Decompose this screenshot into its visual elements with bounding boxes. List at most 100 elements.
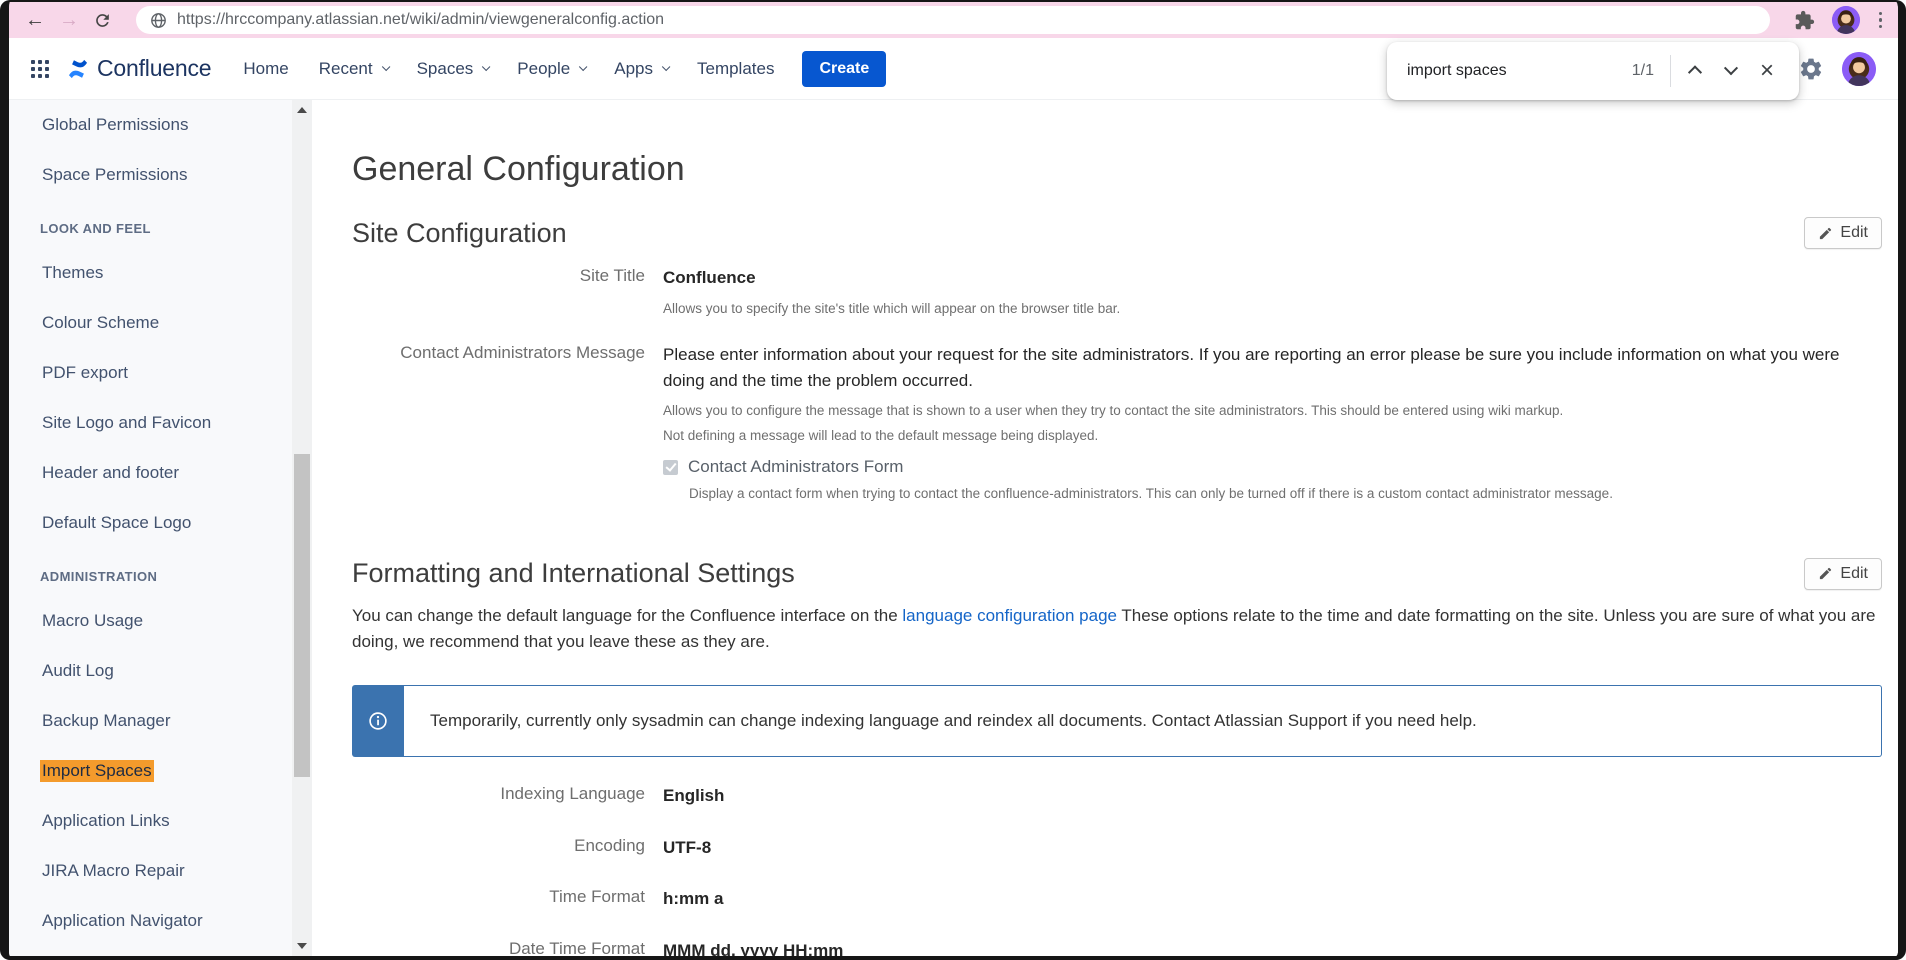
pencil-icon — [1818, 566, 1833, 581]
create-button[interactable]: Create — [802, 51, 886, 87]
admin-sidebar: Global PermissionsSpace PermissionsLOOK … — [9, 100, 292, 956]
nav-item-home[interactable]: Home — [243, 59, 288, 79]
sidebar-item-application-navigator[interactable]: Application Navigator — [40, 896, 292, 946]
sidebar-item-themes[interactable]: Themes — [40, 248, 292, 298]
sidebar-item-header-and-footer[interactable]: Header and footer — [40, 448, 292, 498]
url-bar[interactable]: https://hrccompany.atlassian.net/wiki/ad… — [136, 6, 1770, 34]
contact-admins-help-2: Not defining a message will lead to the … — [663, 426, 1882, 446]
intro-text-before: You can change the default language for … — [352, 606, 902, 625]
extensions-icon[interactable] — [1794, 10, 1815, 31]
nav-item-recent[interactable]: Recent — [319, 59, 387, 79]
sidebar-item-site-logo-and-favicon[interactable]: Site Logo and Favicon — [40, 398, 292, 448]
contact-form-checkbox[interactable] — [663, 460, 678, 475]
sidebar-item-label: PDF export — [40, 362, 130, 384]
sidebar-item-label: Audit Log — [40, 660, 116, 682]
nav-item-label: Home — [243, 59, 288, 79]
info-note-text: Temporarily, currently only sysadmin can… — [404, 685, 1882, 757]
sidebar-item-audit-log[interactable]: Audit Log — [40, 646, 292, 696]
triangle-up-icon — [297, 107, 307, 113]
browser-menu-icon[interactable] — [1877, 10, 1885, 31]
sidebar-item-jira-macro-repair[interactable]: JIRA Macro Repair — [40, 846, 292, 896]
sidebar-item-macro-usage[interactable]: Macro Usage — [40, 596, 292, 646]
chevron-down-icon — [1724, 61, 1738, 75]
nav-item-label: People — [517, 59, 570, 79]
sidebar-item-import-spaces[interactable]: Import Spaces — [40, 746, 292, 796]
browser-chrome: ← → https://hrccompany.atlassian.net/wik… — [9, 2, 1898, 38]
browser-profile-avatar[interactable] — [1832, 6, 1860, 34]
chevron-down-icon — [662, 62, 670, 70]
confluence-mark-icon — [67, 58, 89, 80]
form-row-time-format: Time Formath:mm a — [352, 886, 1882, 912]
back-icon[interactable]: ← — [25, 10, 45, 30]
header-actions — [1798, 52, 1876, 86]
sidebar-scrollbar[interactable] — [292, 100, 312, 956]
field-label: Encoding — [352, 835, 645, 861]
close-icon: × — [1760, 59, 1774, 83]
reload-icon[interactable] — [93, 11, 112, 30]
find-next-button[interactable] — [1713, 53, 1749, 89]
contact-admins-value: Please enter information about your requ… — [663, 342, 1882, 393]
chrome-actions — [1794, 6, 1887, 34]
site-config-edit-button[interactable]: Edit — [1804, 217, 1882, 249]
edit-button-label: Edit — [1840, 565, 1868, 583]
brand-name: Confluence — [97, 55, 211, 82]
user-avatar[interactable] — [1842, 52, 1876, 86]
find-match-count: 1/1 — [1632, 62, 1654, 80]
page-title: General Configuration — [352, 150, 1882, 189]
nav-item-spaces[interactable]: Spaces — [417, 59, 488, 79]
find-bar: import spaces 1/1 × — [1387, 42, 1799, 100]
nav-item-label: Templates — [697, 59, 774, 79]
contact-form-checkbox-label: Contact Administrators Form — [688, 457, 903, 477]
formatting-edit-button[interactable]: Edit — [1804, 558, 1882, 590]
contact-admins-help-1: Allows you to configure the message that… — [663, 401, 1882, 421]
scroll-up-button[interactable] — [292, 102, 312, 118]
field-label: Contact Administrators Message — [352, 342, 645, 504]
nav-item-apps[interactable]: Apps — [614, 59, 667, 79]
site-title-value: Confluence — [663, 265, 1882, 291]
gear-icon[interactable] — [1798, 56, 1824, 82]
nav-menu: Home Recent Spaces People Apps Templates — [243, 59, 774, 79]
app-switcher-icon[interactable] — [31, 60, 49, 78]
forward-icon[interactable]: → — [59, 10, 79, 30]
field-value: UTF-8 — [663, 835, 1882, 861]
field-value: h:mm a — [663, 886, 1882, 912]
sidebar-item-colour-scheme[interactable]: Colour Scheme — [40, 298, 292, 348]
confluence-logo[interactable]: Confluence — [67, 55, 211, 82]
sidebar-item-application-links[interactable]: Application Links — [40, 796, 292, 846]
sidebar-item-label: Backup Manager — [40, 710, 173, 732]
sidebar-item-pdf-export[interactable]: PDF export — [40, 348, 292, 398]
find-divider — [1670, 55, 1671, 87]
find-close-button[interactable]: × — [1749, 53, 1785, 89]
contact-admins-row: Contact Administrators Message Please en… — [352, 342, 1882, 504]
sidebar-item-backup-manager[interactable]: Backup Manager — [40, 696, 292, 746]
site-title-row: Site Title Confluence Allows you to spec… — [352, 265, 1882, 318]
scroll-down-button[interactable] — [292, 938, 312, 954]
sidebar-section-administration: ADMINISTRATION — [40, 556, 292, 596]
field-content: Please enter information about your requ… — [663, 342, 1882, 504]
scrollbar-thumb[interactable] — [294, 454, 310, 777]
site-title-help: Allows you to specify the site's title w… — [663, 299, 1882, 319]
info-note-badge — [352, 685, 404, 757]
sidebar-item-global-permissions[interactable]: Global Permissions — [40, 100, 292, 150]
nav-item-templates[interactable]: Templates — [697, 59, 774, 79]
chevron-down-icon — [482, 62, 490, 70]
site-configuration-header: Site Configuration Edit — [352, 217, 1882, 249]
formatting-rows: Indexing LanguageEnglishEncodingUTF-8Tim… — [352, 783, 1882, 956]
contact-form-checkbox-help: Display a contact form when trying to co… — [689, 484, 1882, 504]
formatting-heading: Formatting and International Settings — [352, 558, 1804, 589]
language-configuration-link[interactable]: language configuration page — [902, 606, 1117, 625]
field-content: Confluence Allows you to specify the sit… — [663, 265, 1882, 318]
sidebar-item-label: Themes — [40, 262, 105, 284]
find-input[interactable]: import spaces — [1407, 62, 1632, 80]
url-text: https://hrccompany.atlassian.net/wiki/ad… — [177, 11, 664, 29]
field-label: Site Title — [352, 265, 645, 318]
info-icon — [367, 710, 389, 732]
triangle-down-icon — [297, 943, 307, 949]
field-value: MMM dd, yyyy HH:mm — [663, 938, 1882, 956]
browser-window: ← → https://hrccompany.atlassian.net/wik… — [0, 0, 1906, 960]
sidebar-item-default-space-logo[interactable]: Default Space Logo — [40, 498, 292, 548]
nav-item-people[interactable]: People — [517, 59, 584, 79]
sidebar-item-space-permissions[interactable]: Space Permissions — [40, 150, 292, 200]
find-previous-button[interactable] — [1677, 53, 1713, 89]
field-label: Indexing Language — [352, 783, 645, 809]
